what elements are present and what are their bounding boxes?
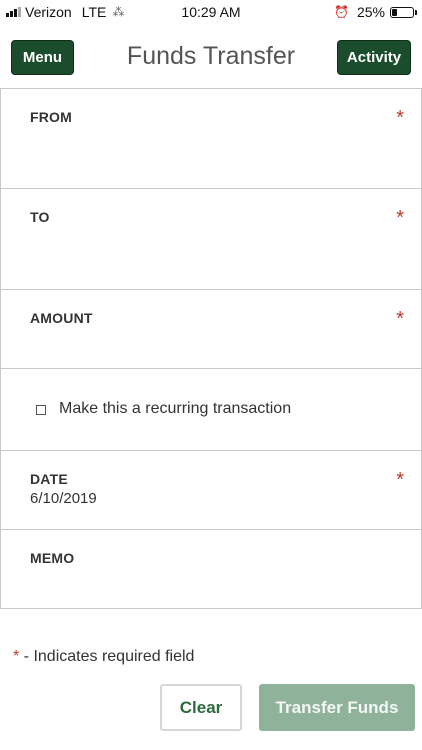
from-label: FROM: [30, 109, 73, 125]
required-footnote: * - Indicates required field: [13, 648, 194, 666]
activity-button[interactable]: Activity: [337, 40, 411, 75]
to-label: TO: [30, 209, 50, 225]
amount-field[interactable]: AMOUNT *: [0, 290, 422, 369]
amount-label: AMOUNT: [30, 310, 93, 326]
memo-field[interactable]: MEMO: [0, 530, 422, 609]
transfer-form: FROM * TO * AMOUNT * Make this a recurri…: [0, 88, 422, 609]
clear-button[interactable]: Clear: [160, 684, 242, 731]
required-marker: *: [396, 207, 404, 229]
recurring-checkbox[interactable]: [36, 405, 46, 415]
memo-label: MEMO: [30, 550, 75, 566]
recurring-label: Make this a recurring transaction: [59, 400, 292, 417]
recurring-row[interactable]: Make this a recurring transaction: [0, 369, 422, 451]
app-header: Menu Funds Transfer Activity: [0, 38, 422, 78]
battery-icon: [390, 6, 417, 18]
battery-percent: 25%: [356, 4, 385, 20]
status-right: ⏰ 25%: [334, 4, 417, 20]
required-marker: *: [396, 308, 404, 330]
required-marker: *: [396, 107, 404, 129]
status-bar: Verizon LTE ⁂ 10:29 AM ⏰ 25%: [0, 0, 422, 24]
alarm-icon: ⏰: [334, 5, 349, 19]
footnote-text: - Indicates required field: [19, 648, 195, 665]
from-field[interactable]: FROM *: [0, 88, 422, 189]
required-marker: *: [396, 469, 404, 491]
transfer-funds-button[interactable]: Transfer Funds: [259, 684, 415, 731]
to-field[interactable]: TO *: [0, 189, 422, 290]
date-label: DATE: [30, 471, 68, 487]
date-value: 6/10/2019: [30, 490, 97, 507]
date-field[interactable]: DATE * 6/10/2019: [0, 451, 422, 530]
